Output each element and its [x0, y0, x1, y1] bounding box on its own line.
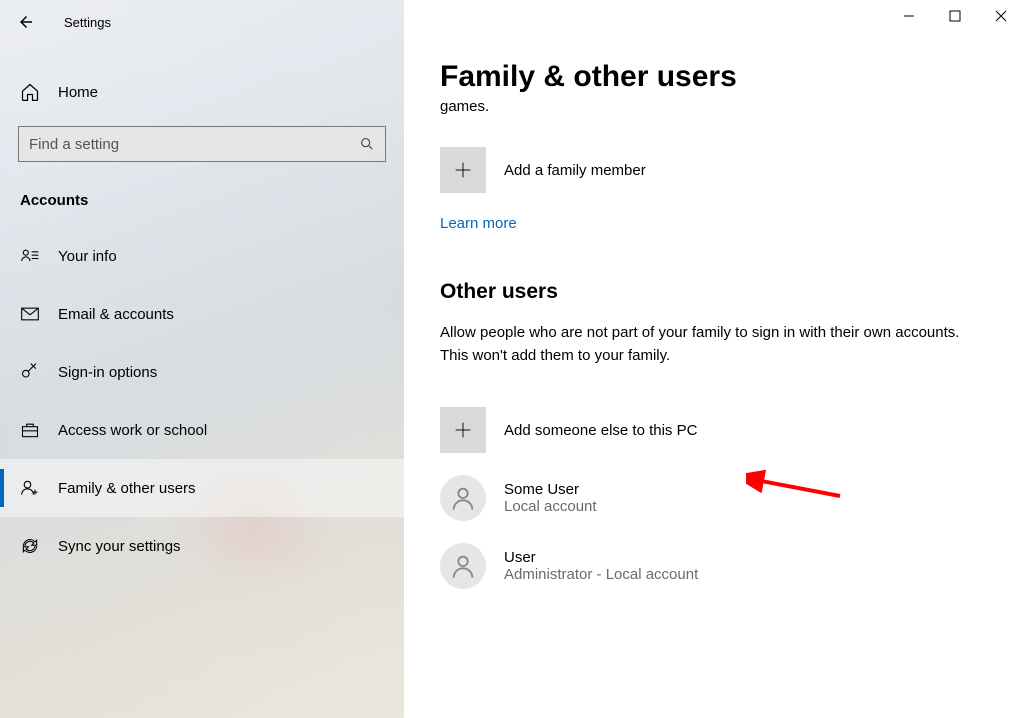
- sidebar-item-label: Sign-in options: [58, 364, 157, 381]
- sidebar-item-label: Family & other users: [58, 480, 196, 497]
- sidebar-item-family-other-users[interactable]: Family & other users: [0, 459, 404, 517]
- sidebar-item-label: Email & accounts: [58, 306, 174, 323]
- key-icon: [20, 362, 40, 382]
- sidebar-item-label: Access work or school: [58, 422, 207, 439]
- search-box[interactable]: [18, 126, 386, 162]
- sidebar-item-access-work-school[interactable]: Access work or school: [0, 401, 404, 459]
- avatar-icon: [440, 475, 486, 521]
- add-other-user-label: Add someone else to this PC: [504, 422, 697, 439]
- section-label: Accounts: [0, 162, 404, 227]
- window-maximize-button[interactable]: [932, 0, 978, 32]
- avatar-icon: [440, 543, 486, 589]
- close-icon: [995, 10, 1007, 22]
- sidebar-item-label: Sync your settings: [58, 538, 181, 555]
- other-users-heading: Other users: [440, 280, 988, 304]
- user-name: User: [504, 549, 698, 566]
- window-minimize-button[interactable]: [886, 0, 932, 32]
- user-row[interactable]: Some User Local account: [440, 475, 988, 521]
- window-close-button[interactable]: [978, 0, 1024, 32]
- other-users-description: Allow people who are not part of your fa…: [440, 322, 988, 367]
- add-other-user-button[interactable]: Add someone else to this PC: [440, 407, 988, 453]
- search-input[interactable]: [29, 136, 359, 153]
- sidebar-item-email-accounts[interactable]: Email & accounts: [0, 285, 404, 343]
- plus-icon: [440, 407, 486, 453]
- envelope-icon: [20, 304, 40, 324]
- learn-more-link[interactable]: Learn more: [440, 215, 517, 232]
- add-family-member-button[interactable]: Add a family member: [440, 147, 988, 193]
- page-title: Family & other users: [440, 60, 988, 94]
- stray-text: games.: [440, 98, 988, 115]
- sidebar-item-sign-in-options[interactable]: Sign-in options: [0, 343, 404, 401]
- search-icon: [359, 136, 375, 152]
- home-button[interactable]: Home: [0, 72, 404, 112]
- user-card-icon: [20, 246, 40, 266]
- add-family-member-label: Add a family member: [504, 162, 646, 179]
- window-title: Settings: [64, 15, 111, 30]
- home-label: Home: [58, 84, 98, 101]
- briefcase-icon: [20, 420, 40, 440]
- user-row[interactable]: User Administrator - Local account: [440, 543, 988, 589]
- user-name: Some User: [504, 481, 597, 498]
- user-account-type: Local account: [504, 498, 597, 515]
- arrow-left-icon: [17, 13, 35, 31]
- maximize-icon: [949, 10, 961, 22]
- back-button[interactable]: [14, 10, 38, 34]
- minimize-icon: [903, 10, 915, 22]
- user-account-type: Administrator - Local account: [504, 566, 698, 583]
- home-icon: [20, 82, 40, 102]
- plus-icon: [440, 147, 486, 193]
- sidebar-item-label: Your info: [58, 248, 117, 265]
- sidebar-item-sync-settings[interactable]: Sync your settings: [0, 517, 404, 575]
- sync-icon: [20, 536, 40, 556]
- sidebar-item-your-info[interactable]: Your info: [0, 227, 404, 285]
- people-add-icon: [20, 478, 40, 498]
